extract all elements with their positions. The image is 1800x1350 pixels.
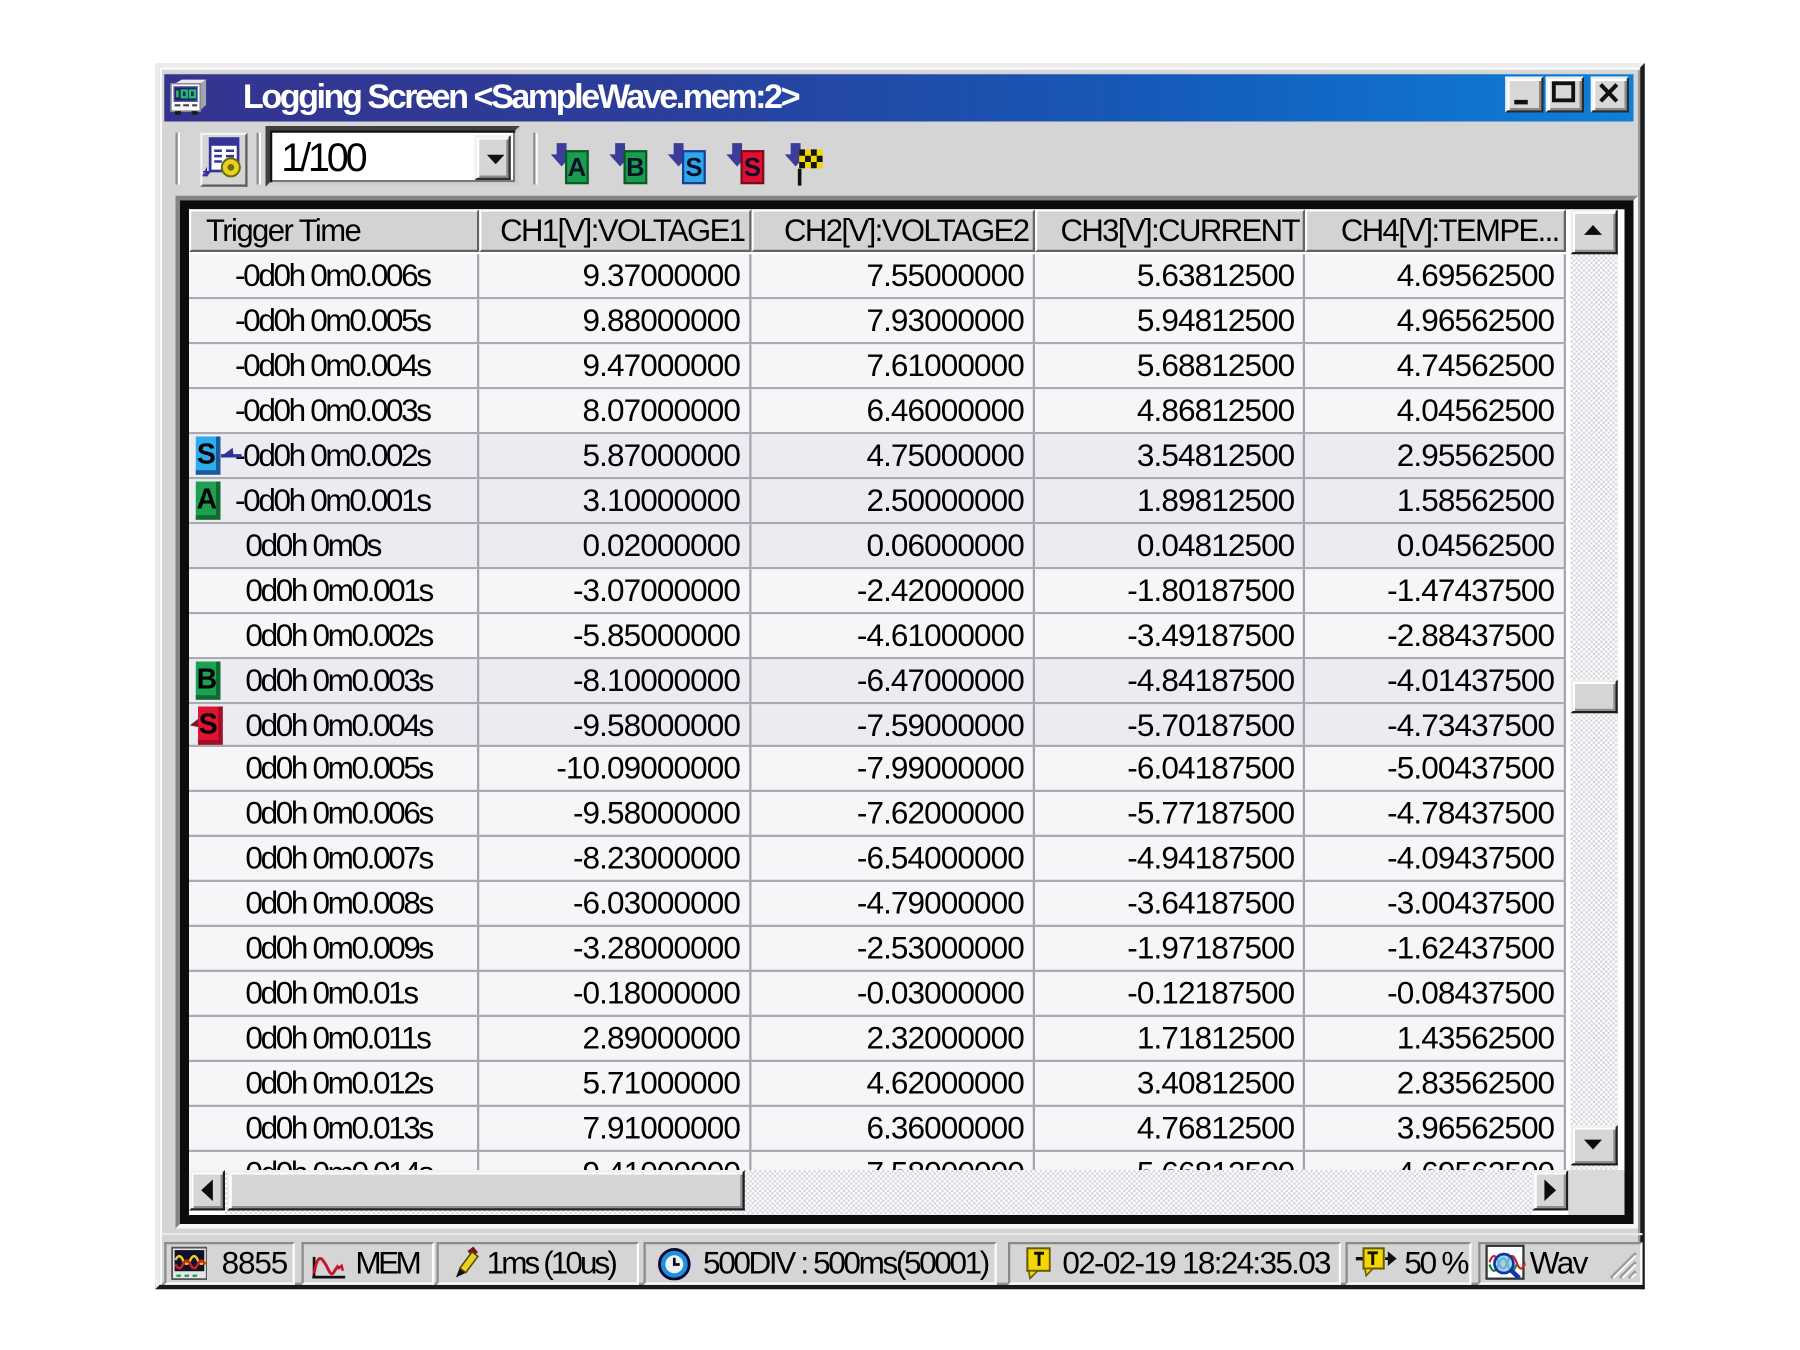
- svg-text:A: A: [567, 154, 586, 182]
- svg-text:B: B: [626, 154, 645, 182]
- svg-text:S: S: [685, 154, 702, 182]
- svg-text:S: S: [744, 154, 761, 182]
